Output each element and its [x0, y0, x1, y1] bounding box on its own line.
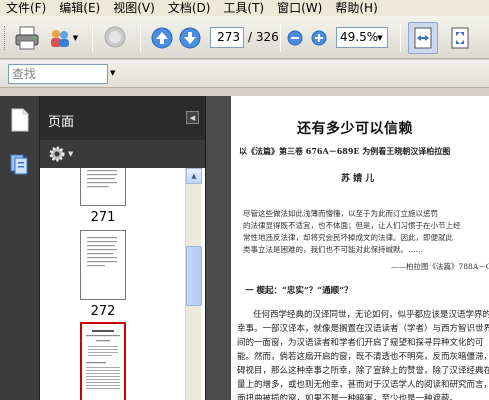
- epigraph-line: 类事立法是困难的，我们也不可能对此保持缄默。……: [243, 245, 423, 254]
- thumbnail-label: 272: [90, 304, 116, 319]
- panel-options-bar: ▼: [40, 140, 205, 168]
- document-stack-icon: [10, 154, 28, 175]
- chevron-down-icon: ▼: [68, 150, 74, 158]
- page-preview: [86, 330, 120, 389]
- chevron-down-icon[interactable]: ▼: [110, 69, 115, 77]
- page-icon: [11, 108, 29, 132]
- scroll-thumb[interactable]: [186, 246, 202, 306]
- toolbar-separator: [280, 24, 281, 52]
- gear-icon: [49, 146, 65, 162]
- zoom-out-button[interactable]: [286, 22, 304, 54]
- fit-width-button[interactable]: [408, 22, 438, 54]
- previous-page-button[interactable]: [150, 22, 174, 54]
- share-button[interactable]: ▼: [46, 22, 80, 54]
- fit-width-icon: [414, 27, 432, 49]
- menu-file[interactable]: 文件(F): [0, 0, 53, 16]
- toolbar-separator: [140, 24, 141, 52]
- toolbar: ▼ 273 / 326 49.5% ▼: [0, 16, 489, 59]
- toolbar-separator: [92, 24, 93, 52]
- print-button[interactable]: [12, 22, 42, 54]
- section-heading: 一 楔起：“忠实”？“通顺”？: [245, 286, 353, 296]
- panel-title: 页面: [48, 115, 75, 130]
- epigraph-line: 的法律显得既不适宜，也不体面；但是，让人们习惯于在小节上经: [243, 221, 461, 230]
- menu-document[interactable]: 文档(D): [162, 0, 218, 16]
- menu-edit[interactable]: 编辑(E): [53, 0, 107, 16]
- page-preview: [87, 237, 117, 267]
- body-line: 量上的增多，或也则无他幸，甚而对于汉语学人的阅读和研究而言，一: [237, 380, 489, 390]
- comment-icon: [104, 26, 126, 48]
- chevron-down-icon[interactable]: ▼: [373, 28, 387, 47]
- comment-button[interactable]: [100, 22, 130, 54]
- collapse-panel-button[interactable]: ◀: [186, 111, 199, 124]
- body-line: 能。然而，倘若这扇开启的窗，既不清透也不明亮，反而灰暗僵滞，阻: [237, 352, 489, 362]
- plus-icon: [311, 30, 327, 46]
- options-button[interactable]: ▼: [48, 145, 73, 163]
- body-line: 任何西学经典的汉译同世，无论如何，似乎都应该是汉语学界的: [253, 310, 489, 320]
- fit-page-icon: [451, 27, 469, 49]
- menu-tools[interactable]: 工具(T): [217, 0, 271, 16]
- body-line: 间的一面窗，为汉语读者和学者们开启了窥望和探寻异种文化的可: [237, 338, 484, 348]
- menu-window[interactable]: 窗口(W): [271, 0, 329, 16]
- menu-view[interactable]: 视图(V): [107, 0, 162, 16]
- body-line: 幸事。一部汉译本，就像是搁置在汉语读者（学者）与西方智识世界之: [237, 324, 489, 334]
- page-total: / 326: [248, 30, 279, 44]
- thumbnail-list: 271 272 ▲: [40, 168, 205, 400]
- thumbnail-label: 271: [90, 210, 116, 225]
- attachments-nav-button[interactable]: [10, 152, 30, 179]
- menu-help[interactable]: 帮助(H): [329, 0, 384, 16]
- toolbar-separator: [400, 24, 401, 52]
- menu-bar: 文件(F) 编辑(E) 视图(V) 文档(D) 工具(T) 窗口(W) 帮助(H…: [0, 0, 489, 16]
- chevron-down-icon: ▼: [72, 34, 79, 42]
- navigation-strip: [0, 96, 40, 400]
- pages-nav-button[interactable]: [10, 108, 30, 135]
- panel-header: 页面 ◀: [40, 96, 205, 140]
- body-line: 面扭曲被损的窗，如果不是一种暗害，至少也是一种遮蔽。: [237, 394, 459, 400]
- page-thumbnail-273[interactable]: [80, 322, 126, 400]
- next-page-button[interactable]: [178, 22, 202, 54]
- body-line: 碍视目，那么这种幸事之所幸，除了宣辞上的赞誉，除了汉译经典在数: [237, 366, 489, 376]
- find-input[interactable]: 查找: [8, 64, 108, 84]
- panel-splitter[interactable]: [205, 96, 231, 400]
- document-title: 还有多少可以信赖: [297, 121, 413, 137]
- pages-panel: 页面 ◀ ▼ 271 272 ▲: [40, 96, 205, 400]
- document-subtitle: 以《法篇》第三卷 676A－689E 为例看王晓朝汉译柏拉图: [239, 146, 451, 156]
- page-number-input[interactable]: 273: [210, 27, 244, 48]
- scroll-up-button[interactable]: ▲: [186, 168, 202, 184]
- document-author: 苏 婧 儿: [341, 174, 375, 184]
- page-preview: [87, 170, 117, 188]
- fit-page-button[interactable]: [446, 22, 474, 54]
- arrow-down-icon: [179, 27, 201, 49]
- page-thumbnail-272[interactable]: [80, 230, 126, 300]
- people-icon: [50, 30, 69, 47]
- find-bar: 查找 ▼: [0, 60, 489, 88]
- print-icon: [15, 26, 39, 50]
- thumbnail-scrollbar[interactable]: ▲: [185, 168, 202, 400]
- chevron-left-icon: ◀: [189, 113, 196, 122]
- epigraph-line: 常性地违反法律，却将究会民坏掉成文的法律。因此，即便就此: [243, 233, 453, 242]
- epigraph-signature: ——柏拉图《法篇》788A－C: [391, 262, 489, 271]
- arrow-up-icon: [151, 27, 173, 49]
- page-thumbnail-271[interactable]: [80, 168, 126, 206]
- document-view[interactable]: 还有多少可以信赖 以《法篇》第三卷 676A－689E 为例看王晓朝汉译柏拉图 …: [231, 96, 489, 400]
- epigraph-line: 尽管这些做法如此浅薄而懵懂，以至于为此而订立施以惩罚: [243, 209, 438, 218]
- toolbar-grip[interactable]: [4, 26, 7, 50]
- minus-icon: [287, 30, 303, 46]
- zoom-in-button[interactable]: [310, 22, 328, 54]
